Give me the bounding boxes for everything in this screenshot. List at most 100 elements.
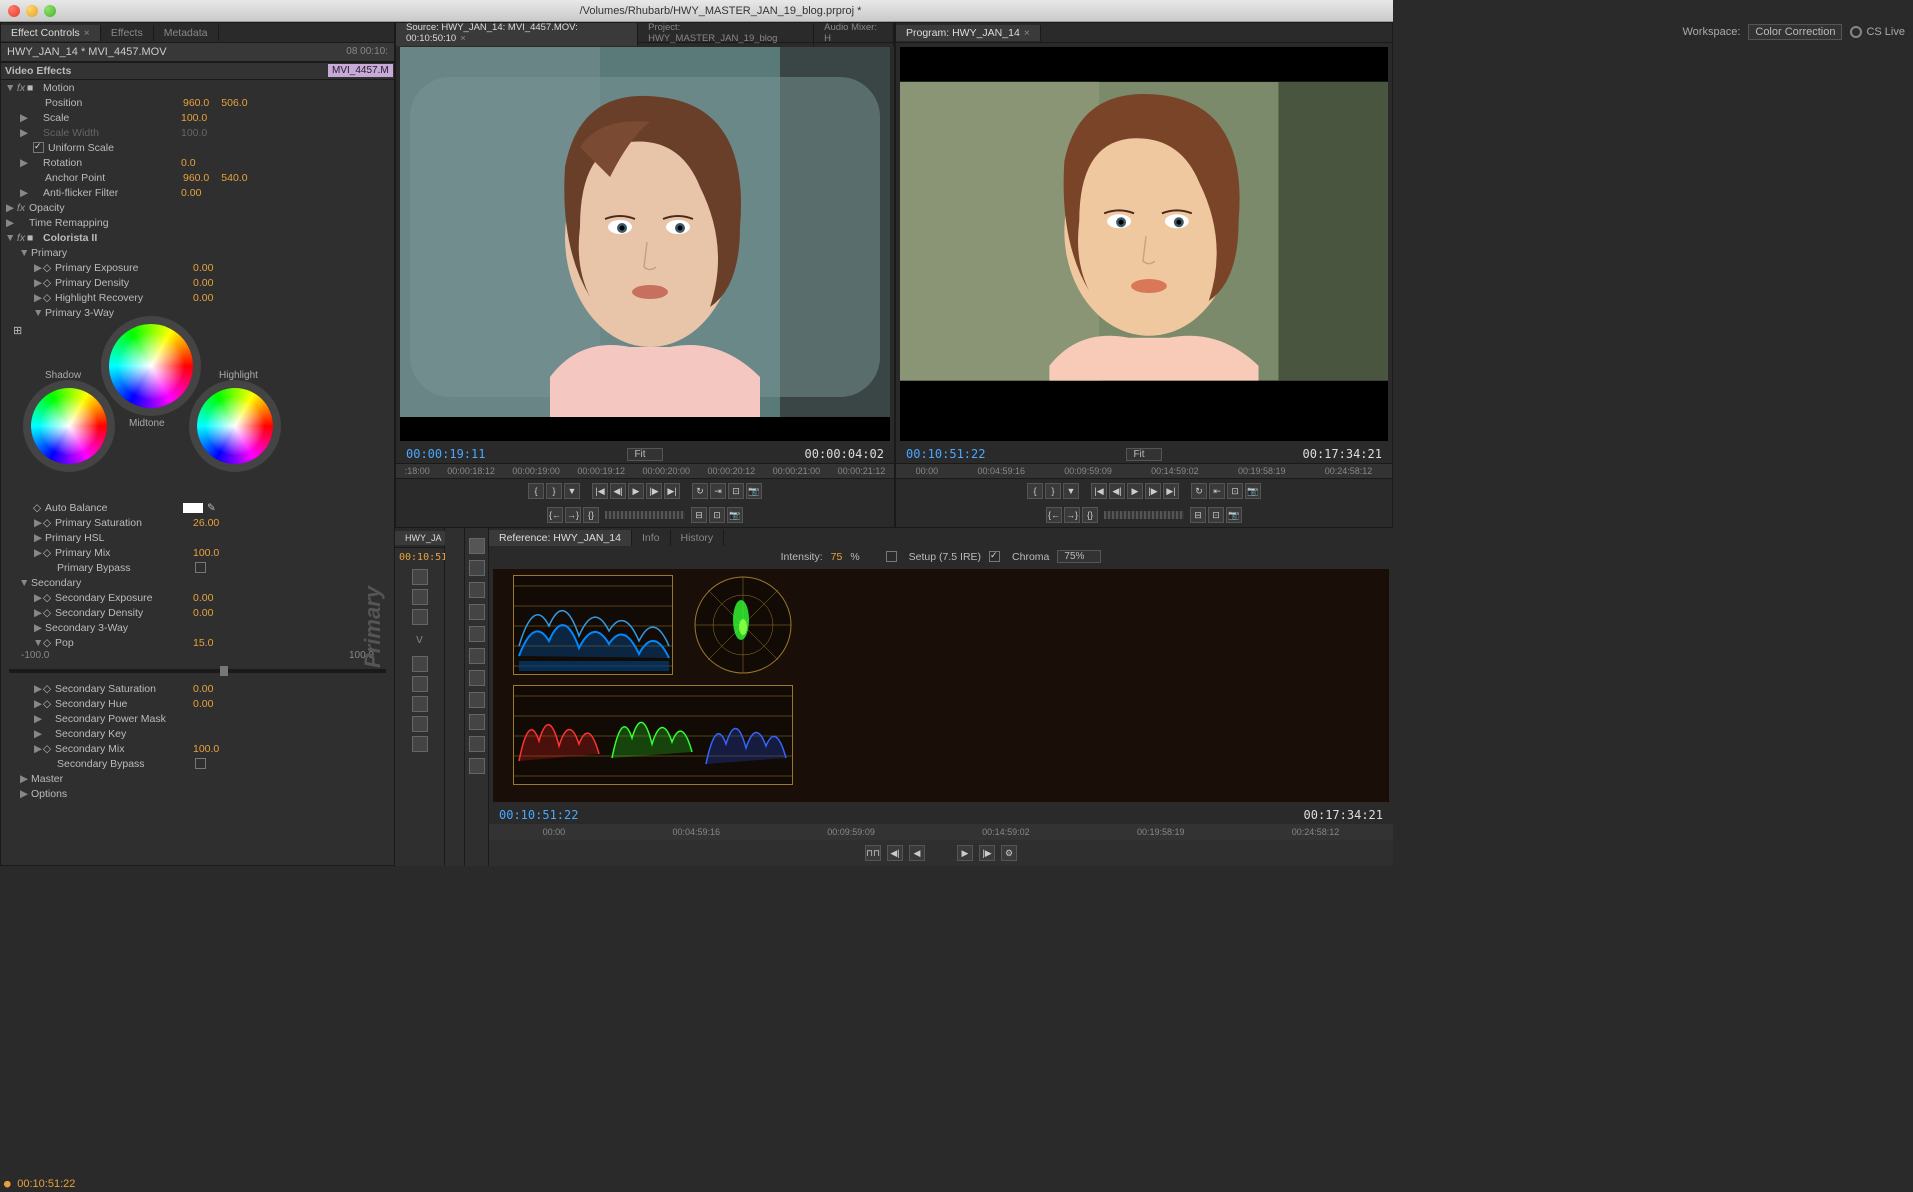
timeline-clip-label[interactable]: MVI_4457.M xyxy=(328,64,393,77)
step-back-button[interactable]: ◀| xyxy=(610,483,626,499)
effect-time-remapping[interactable]: Time Remapping xyxy=(27,217,167,229)
source-video[interactable] xyxy=(400,47,890,441)
next-btn[interactable]: →} xyxy=(565,507,581,523)
track-v-label[interactable]: V xyxy=(395,627,444,654)
cs-live-button[interactable]: CS Live xyxy=(1850,26,1905,38)
rate-stretch-tool-icon[interactable] xyxy=(469,626,485,642)
out-point-button[interactable]: } xyxy=(546,483,562,499)
workspace-dropdown[interactable]: Color Correction xyxy=(1748,24,1842,40)
eyedropper-icon[interactable]: ✎ xyxy=(207,502,216,514)
program-play-button[interactable]: ▶ xyxy=(1127,483,1143,499)
effect-clip-name: HWY_JAN_14 * MVI_4457.MOV xyxy=(7,46,167,58)
gang-button[interactable]: ⊓⊓ xyxy=(865,845,881,861)
loop-button[interactable]: ↻ xyxy=(692,483,708,499)
track-toggle-icon[interactable] xyxy=(412,589,428,605)
go-to-in-button[interactable]: |◀ xyxy=(592,483,608,499)
primary-watermark: Primary xyxy=(360,586,386,668)
tab-reference[interactable]: Reference: HWY_JAN_14 xyxy=(489,530,632,546)
insert-button[interactable]: ⇥ xyxy=(710,483,726,499)
scope-zoom-dropdown[interactable]: 75% xyxy=(1057,550,1101,563)
export-frame-button[interactable]: 📷 xyxy=(746,483,762,499)
tab-history[interactable]: History xyxy=(671,530,725,546)
color-wheel-midtone[interactable] xyxy=(109,324,193,408)
checkbox-primary-bypass[interactable] xyxy=(195,562,206,573)
play-button[interactable]: ▶ xyxy=(628,483,644,499)
twisty-icon[interactable]: ▼ xyxy=(5,82,15,94)
timeline-tc[interactable]: 00:10:51 xyxy=(395,548,444,567)
slide-tool-icon[interactable] xyxy=(469,692,485,708)
source-tc-current[interactable]: 00:00:19:11 xyxy=(406,447,485,461)
tab-timeline[interactable]: HWY_JA xyxy=(395,531,453,545)
close-window-button[interactable] xyxy=(8,5,20,17)
vectorscope xyxy=(693,575,793,675)
tab-source[interactable]: Source: HWY_JAN_14: MVI_4457.MOV: 00:10:… xyxy=(396,22,638,46)
effect-opacity[interactable]: Opacity xyxy=(27,202,167,214)
group-secondary[interactable]: Secondary xyxy=(29,577,169,589)
snap-icon[interactable] xyxy=(412,569,428,585)
tab-effect-controls[interactable]: Effect Controls xyxy=(1,25,101,41)
selection-tool-icon[interactable] xyxy=(469,538,485,554)
step-fwd-button[interactable]: |▶ xyxy=(646,483,662,499)
group-master[interactable]: Master xyxy=(29,773,169,785)
rolling-tool-icon[interactable] xyxy=(469,604,485,620)
tab-effects[interactable]: Effects xyxy=(101,25,154,41)
program-video[interactable] xyxy=(900,47,1388,441)
reference-transport: ⊓⊓ ◀| ◀ ▶ |▶ ⚙ xyxy=(489,840,1393,866)
program-ruler[interactable]: 00:00 00:04:59:16 00:09:59:09 00:14:59:0… xyxy=(896,463,1392,479)
source-fit-dropdown[interactable]: Fit xyxy=(627,448,662,461)
group-options[interactable]: Options xyxy=(29,788,169,800)
program-jog[interactable] xyxy=(1104,511,1184,519)
color-wheel-highlight[interactable] xyxy=(197,388,273,464)
marker-button[interactable]: ▼ xyxy=(564,483,580,499)
overwrite-button[interactable]: ⊡ xyxy=(728,483,744,499)
pop-slider[interactable] xyxy=(9,669,386,673)
footer-timecode[interactable]: ● 00:10:51:22 xyxy=(4,1177,75,1190)
prop-scale-width: Scale Width xyxy=(41,127,181,139)
checkbox-uniform-scale[interactable] xyxy=(33,142,44,153)
tab-project[interactable]: Project: HWY_MASTER_JAN_19_blog xyxy=(638,22,814,46)
checkbox-setup[interactable] xyxy=(886,551,897,562)
in-point-button[interactable]: { xyxy=(528,483,544,499)
auto-balance-swatch[interactable] xyxy=(183,503,203,513)
zoom-window-button[interactable] xyxy=(44,5,56,17)
hand-tool-icon[interactable] xyxy=(469,736,485,752)
settings-icon[interactable]: ⚙ xyxy=(1001,845,1017,861)
source-monitor-panel: Source: HWY_JAN_14: MVI_4457.MOV: 00:10:… xyxy=(395,22,895,528)
ripple-tool-icon[interactable] xyxy=(469,582,485,598)
extract-button[interactable]: ⊡ xyxy=(1227,483,1243,499)
source-ruler[interactable]: :18:00 00:00:18:12 00:00:19:00 00:00:19:… xyxy=(396,463,894,479)
prev-btn[interactable]: {← xyxy=(547,507,563,523)
effect-motion[interactable]: Motion xyxy=(41,82,181,94)
tab-program[interactable]: Program: HWY_JAN_14 xyxy=(896,25,1041,41)
minimize-window-button[interactable] xyxy=(26,5,38,17)
zoom-tool-icon[interactable] xyxy=(469,758,485,774)
prop-antiflicker: Anti-flicker Filter xyxy=(41,187,181,199)
track-toggle2-icon[interactable] xyxy=(412,609,428,625)
checkbox-secondary-bypass[interactable] xyxy=(195,758,206,769)
program-monitor-panel: Program: HWY_JAN_14 00:10:51:22 xyxy=(895,22,1393,528)
effect-controls-panel: Effect Controls Effects Metadata HWY_JAN… xyxy=(0,22,395,866)
lift-button[interactable]: ⇤ xyxy=(1209,483,1225,499)
reference-tc-left[interactable]: 00:10:51:22 xyxy=(499,808,578,822)
effect-colorista[interactable]: Colorista II xyxy=(41,232,181,244)
color-wheel-shadow[interactable] xyxy=(31,388,107,464)
workspace-label: Workspace: xyxy=(1683,26,1741,38)
source-tc-duration: 00:00:04:02 xyxy=(805,447,884,461)
program-fit-dropdown[interactable]: Fit xyxy=(1126,448,1161,461)
checkbox-chroma[interactable] xyxy=(989,551,1000,562)
numpad-icon[interactable]: ⊞ xyxy=(13,324,22,337)
tab-metadata[interactable]: Metadata xyxy=(154,25,219,41)
group-primary[interactable]: Primary xyxy=(29,247,169,259)
reference-ruler[interactable]: 00:00 00:04:59:16 00:09:59:09 00:14:59:0… xyxy=(489,824,1393,840)
razor-tool-icon[interactable] xyxy=(469,648,485,664)
slip-tool-icon[interactable] xyxy=(469,670,485,686)
pen-tool-icon[interactable] xyxy=(469,714,485,730)
intensity-value[interactable]: 75 xyxy=(831,551,843,563)
tab-audio-mixer[interactable]: Audio Mixer: H xyxy=(814,22,894,46)
tab-info[interactable]: Info xyxy=(632,530,671,546)
jog-shuttle[interactable] xyxy=(605,511,685,519)
go-to-out-button[interactable]: ▶| xyxy=(664,483,680,499)
track-select-tool-icon[interactable] xyxy=(469,560,485,576)
yc-waveform-scope xyxy=(513,575,673,675)
program-tc-current[interactable]: 00:10:51:22 xyxy=(906,447,985,461)
